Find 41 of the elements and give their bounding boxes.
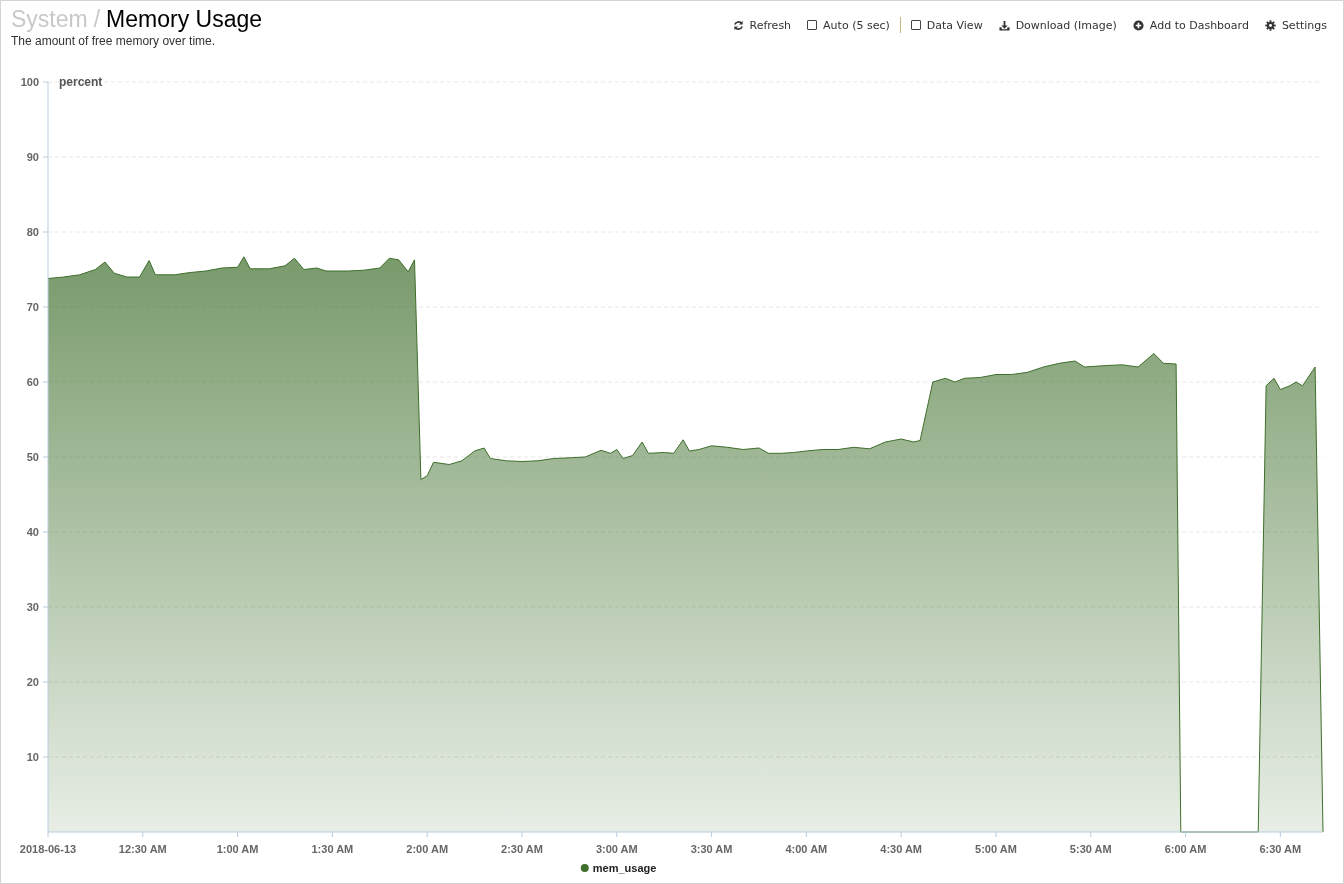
y-axis-label: 80 (26, 226, 39, 238)
x-axis-label: 4:00 AM (785, 843, 828, 855)
toggle-checkbox[interactable]: Auto (5 sec) (807, 18, 890, 32)
x-axis-label: 3:30 AM (690, 843, 733, 855)
y-axis-label: 60 (26, 376, 39, 388)
x-axis-label: 12:30 AM (118, 843, 167, 855)
x-axis-label: 5:30 AM (1069, 843, 1112, 855)
add-button[interactable]: Add to Dashboard (1132, 18, 1249, 32)
x-axis-label: 2018-06-13 (19, 843, 77, 855)
x-axis-label: 1:30 AM (311, 843, 354, 855)
x-axis-label: 2:30 AM (501, 843, 543, 855)
page-title: Memory Usage (106, 6, 262, 32)
x-axis-label: 6:30 AM (1259, 843, 1302, 855)
plus-circle-icon (1132, 19, 1144, 31)
y-axis-label: 40 (26, 526, 39, 538)
y-axis-label: 30 (26, 601, 39, 613)
y-axis-label: 20 (26, 676, 39, 688)
y-axis-label: 50 (26, 451, 39, 463)
x-axis-label: 3:00 AM (595, 843, 638, 855)
download-button[interactable]: Download (Image) (998, 18, 1117, 32)
refresh-button[interactable]: Refresh (732, 18, 792, 32)
checkbox[interactable] (910, 20, 921, 30)
refresh-icon (732, 19, 744, 31)
legend-label[interactable]: mem_usage (592, 862, 657, 874)
y-axis-label: 100 (20, 76, 39, 88)
x-axis-label: 2:00 AM (406, 843, 449, 855)
page-description: The amount of free memory over time. (11, 34, 217, 48)
x-axis-label: 6:00 AM (1164, 843, 1207, 855)
y-axis-label: 10 (26, 751, 39, 763)
y-axis-label: 70 (26, 301, 39, 313)
y-axis-label: 90 (26, 151, 39, 163)
x-axis-label: 1:00 AM (216, 843, 259, 855)
breadcrumb-separator: / (93, 6, 101, 32)
settings-button[interactable]: Settings (1264, 18, 1327, 32)
toggle-checkbox[interactable]: Data View (910, 18, 983, 32)
x-axis-label: 4:30 AM (880, 843, 923, 855)
checkbox[interactable] (807, 20, 818, 30)
gear-icon (1264, 19, 1276, 31)
download-icon (998, 19, 1010, 31)
axis-title: percent (59, 75, 103, 89)
x-axis-label: 5:00 AM (975, 843, 1017, 855)
